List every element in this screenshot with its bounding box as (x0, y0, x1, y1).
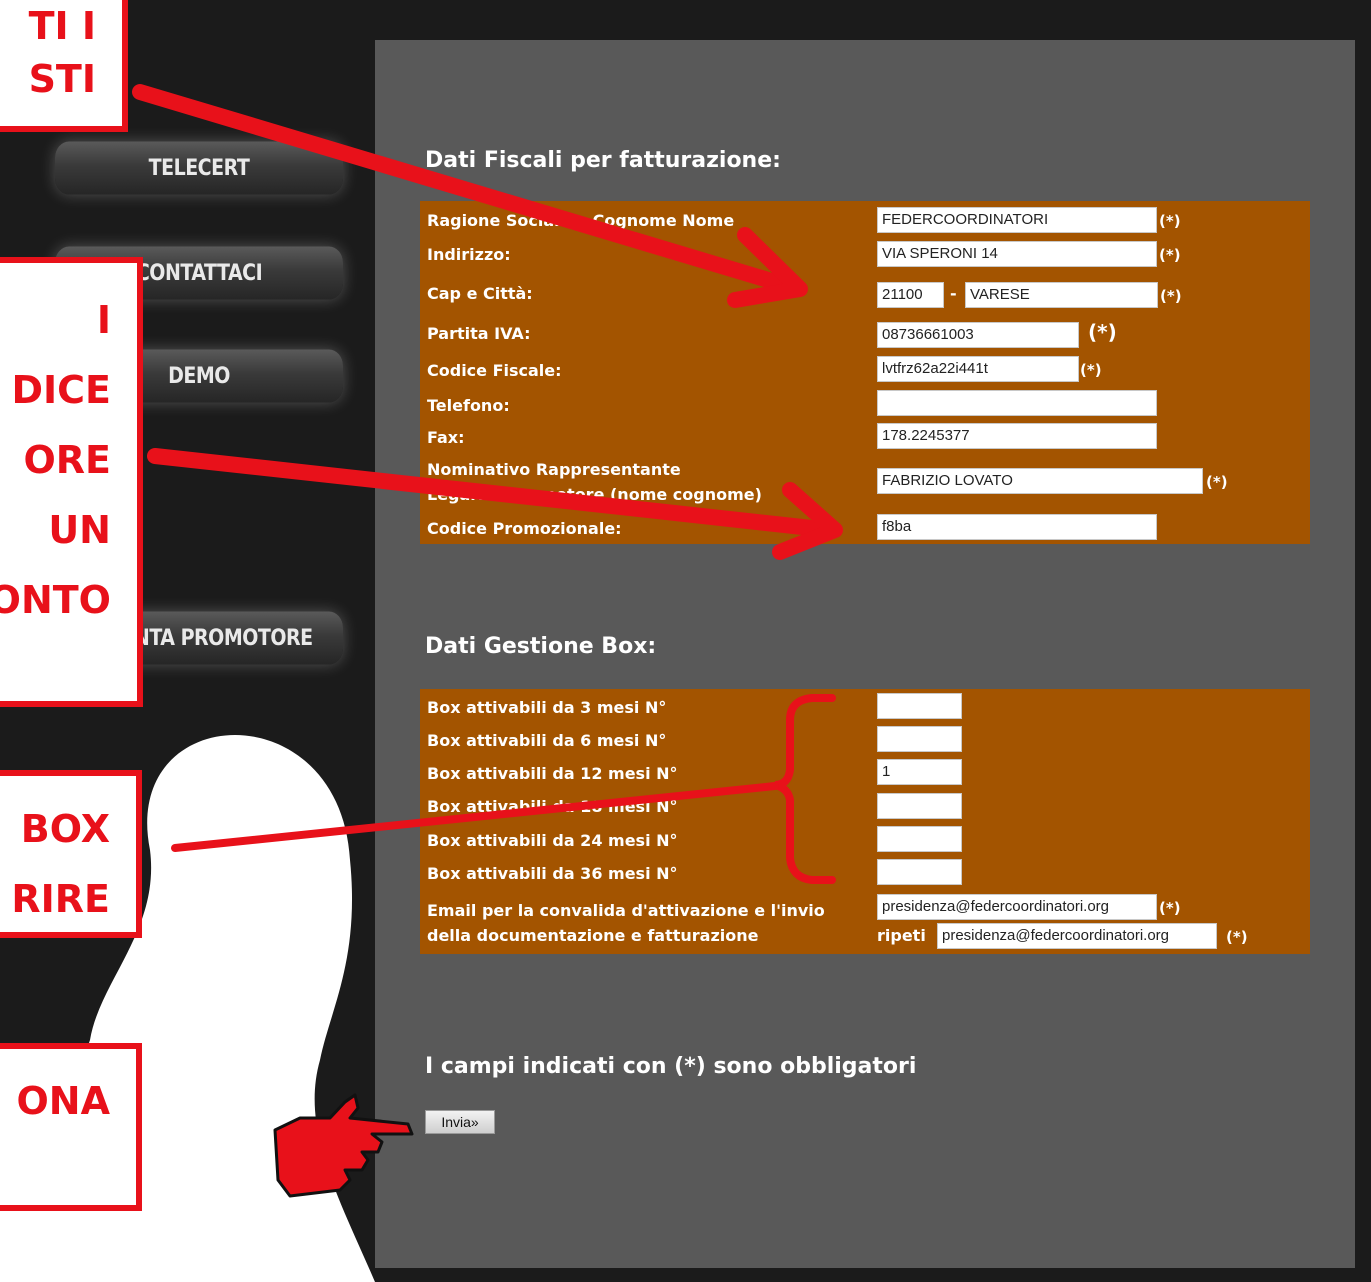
required-marker: (*) (1159, 246, 1181, 264)
cap-city-separator: - (950, 284, 957, 303)
label-box-36: Box attivabili da 36 mesi N° (427, 864, 678, 883)
telefono-input[interactable] (877, 390, 1157, 416)
box-24-input[interactable] (877, 826, 962, 852)
label-box-12: Box attivabili da 12 mesi N° (427, 764, 678, 783)
submit-label: Invia» (441, 1114, 479, 1130)
required-marker: (*) (1159, 212, 1181, 230)
mandatory-note: I campi indicati con (*) sono obbligator… (425, 1054, 917, 1079)
sidebar-item-label: TELECERT (148, 155, 250, 181)
citta-input[interactable]: VARESE (965, 282, 1158, 308)
callout-text: UN (48, 508, 111, 552)
submit-button[interactable]: Invia» (425, 1110, 495, 1134)
box-6-input[interactable] (877, 726, 962, 752)
box-18-input[interactable] (877, 793, 962, 819)
callout-text: TI I (28, 4, 96, 48)
callout-text: RIRE (11, 877, 110, 921)
email-input[interactable]: presidenza@federcoordinatori.org (877, 894, 1157, 920)
required-marker: (*) (1206, 473, 1228, 491)
callout-text: STI (28, 57, 96, 102)
label-cap-citta: Cap e Città: (427, 284, 533, 303)
label-telefono: Telefono: (427, 396, 510, 415)
label-partita-iva: Partita IVA: (427, 324, 531, 343)
codice-promozionale-input[interactable]: f8ba (877, 514, 1157, 540)
label-ripeti: ripeti (877, 926, 926, 945)
callout-text: I (96, 298, 111, 342)
box-36-input[interactable] (877, 859, 962, 885)
callout-box: ONA (0, 1043, 142, 1211)
label-rappresentante: Nominativo Rappresentante (427, 460, 681, 479)
label-box-24: Box attivabili da 24 mesi N° (427, 831, 678, 850)
callout-text: ONA (16, 1079, 110, 1123)
sidebar-item-label: CONTATTACI (135, 260, 263, 286)
label-box-6: Box attivabili da 6 mesi N° (427, 731, 667, 750)
partita-iva-input[interactable]: 08736661003 (877, 322, 1079, 348)
label-ragione-sociale: Ragione Sociale o Cognome Nome (427, 211, 735, 230)
sidebar-item-label: DEMO (168, 363, 230, 389)
callout-text: ONTO (0, 578, 111, 622)
label-email-line2: della documentazione e fatturazione (427, 926, 759, 945)
fiscal-section-title: Dati Fiscali per fatturazione: (425, 148, 781, 173)
label-codice-fiscale: Codice Fiscale: (427, 361, 562, 380)
label-box-3: Box attivabili da 3 mesi N° (427, 698, 667, 717)
required-marker: (*) (1088, 320, 1117, 344)
box-3-input[interactable] (877, 693, 962, 719)
label-box-18: Box attivabili da 18 mesi N° (427, 797, 678, 816)
label-codice-promozionale: Codice Promozionale: (427, 519, 622, 538)
label-email: Email per la convalida d'attivazione e l… (427, 901, 825, 920)
label-rappresentante-line2: Legale o Promotore (nome cognome) (427, 485, 762, 504)
fax-input[interactable]: 178.2245377 (877, 423, 1157, 449)
label-fax: Fax: (427, 428, 465, 447)
ragione-sociale-input[interactable]: FEDERCOORDINATORI (877, 207, 1157, 233)
callout-text: BOX (20, 807, 110, 851)
callout-text: ORE (23, 438, 111, 482)
email-repeat-input[interactable]: presidenza@federcoordinatori.org (937, 923, 1217, 949)
required-marker: (*) (1226, 928, 1248, 946)
box-section-title: Dati Gestione Box: (425, 634, 657, 659)
callout-box: BOX RIRE (0, 770, 142, 938)
required-marker: (*) (1160, 287, 1182, 305)
required-marker: (*) (1080, 361, 1102, 379)
indirizzo-input[interactable]: VIA SPERONI 14 (877, 241, 1157, 267)
box-12-input[interactable]: 1 (877, 759, 962, 785)
callout-text: DICE (11, 368, 111, 412)
cap-input[interactable]: 21100 (877, 282, 944, 308)
sidebar-item-telecert[interactable]: TELECERT (55, 141, 343, 195)
label-indirizzo: Indirizzo: (427, 245, 511, 264)
required-marker: (*) (1159, 899, 1181, 917)
codice-fiscale-input[interactable]: lvtfrz62a22i441t (877, 356, 1079, 382)
rappresentante-input[interactable]: FABRIZIO LOVATO (877, 468, 1203, 494)
callout-box: TI I STI (0, 0, 128, 132)
callout-box: I DICE ORE UN ONTO (0, 257, 143, 707)
